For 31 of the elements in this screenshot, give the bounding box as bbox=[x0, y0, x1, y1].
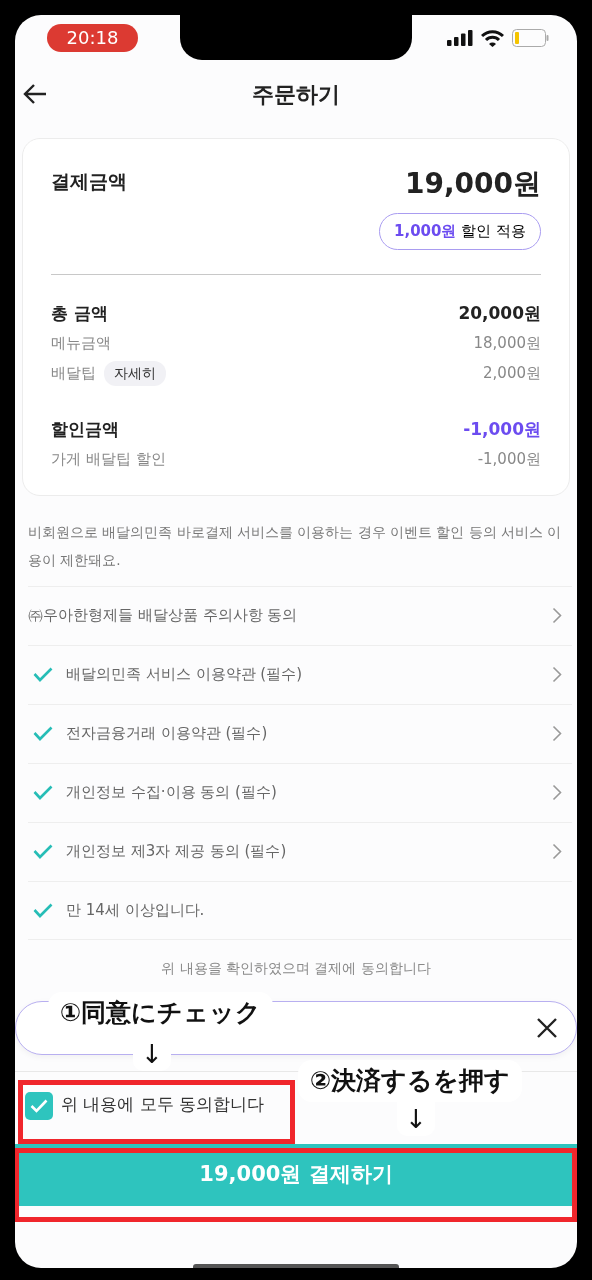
terms-item[interactable]: 전자금융거래 이용약관 (필수) bbox=[28, 703, 572, 763]
terms-item[interactable]: 배달의민족 서비스 이용약관 (필수) bbox=[28, 644, 572, 704]
price-label: 총 금액 bbox=[51, 301, 108, 325]
price-value: -1,000원 bbox=[463, 417, 541, 441]
terms-item: 만 14세 이상입니다. bbox=[28, 880, 572, 940]
payment-amount: 19,000원 bbox=[404, 166, 541, 202]
agree-all-checkbox[interactable]: 위 내용에 모두 동의합니다 bbox=[25, 1091, 265, 1120]
status-time: 20:18 bbox=[47, 24, 138, 52]
terms-item[interactable]: ㈜우아한형제들 배달상품 주의사항 동의 bbox=[28, 585, 572, 645]
wifi-icon bbox=[481, 29, 504, 47]
discount-applied-chip[interactable]: 1,000원 할인 적용 bbox=[379, 213, 541, 250]
close-icon[interactable] bbox=[536, 1016, 558, 1039]
details-button[interactable]: 자세히 bbox=[104, 361, 166, 386]
terms-item[interactable]: 개인정보 수집·이용 동의 (필수) bbox=[28, 762, 572, 822]
price-label: 가게 배달팁 할인 bbox=[51, 449, 166, 471]
page-title: 주문하기 bbox=[252, 81, 340, 109]
payment-amount-label: 결제금액 bbox=[51, 169, 127, 194]
price-value: 2,000원 bbox=[483, 363, 541, 385]
price-label: 메뉴금액 bbox=[51, 333, 111, 355]
agreement-note: 위 내용을 확인하였으며 결제에 동의합니다 bbox=[160, 958, 432, 978]
notice-text: 비회원으로 배달의민족 바로결제 서비스를 이용하는 경우 이벤트 할인 등의 서비스 이용이 제한돼요. bbox=[28, 522, 563, 570]
check-icon bbox=[30, 1098, 48, 1113]
price-value: 20,000원 bbox=[458, 301, 541, 325]
price-value: -1,000원 bbox=[477, 449, 541, 471]
price-value: 18,000원 bbox=[473, 333, 541, 355]
price-label: 배달팁 bbox=[51, 363, 96, 385]
signal-icon bbox=[447, 30, 473, 46]
back-arrow-icon[interactable] bbox=[23, 83, 47, 105]
battery-icon bbox=[512, 29, 549, 47]
terms-item[interactable]: 개인정보 제3자 제공 동의 (필수) bbox=[28, 821, 572, 881]
price-label: 할인금액 bbox=[51, 417, 119, 441]
